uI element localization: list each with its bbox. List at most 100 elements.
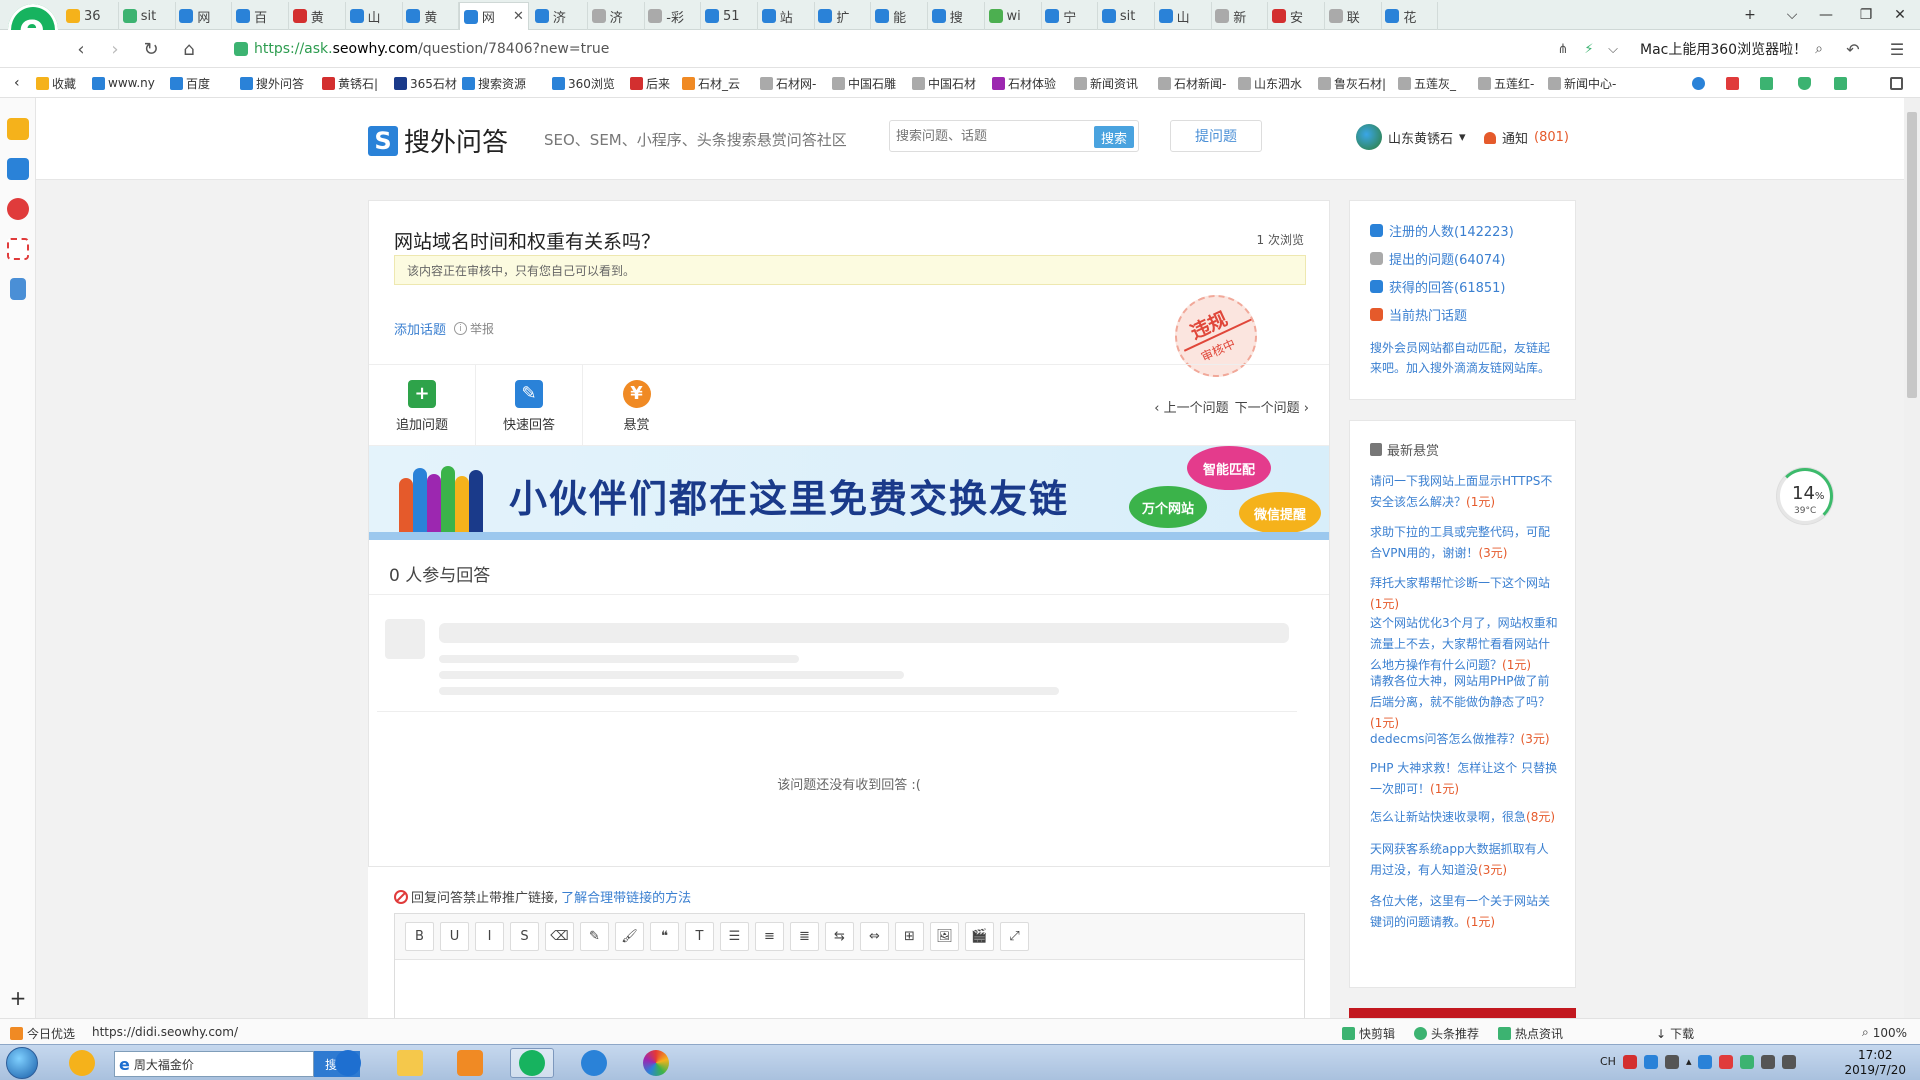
editor-tool-button[interactable]: ✎ xyxy=(580,922,609,951)
start-button[interactable] xyxy=(6,1047,38,1079)
bounty-item[interactable]: 怎么让新站快速收录啊，很急(8元) xyxy=(1370,807,1560,828)
editor-tool-button[interactable]: ≡ xyxy=(755,922,784,951)
prev-question-link[interactable]: ‹ 上一个问题 xyxy=(1154,397,1228,416)
bookmark-item[interactable]: 石材_云 xyxy=(682,74,740,92)
stat-item[interactable]: 提出的问题(64074) xyxy=(1370,249,1506,268)
friendlink-banner[interactable]: 小伙伴们都在这里免费交换友链 智能匹配 万个网站 微信提醒 xyxy=(369,446,1329,540)
stat-item[interactable]: 注册的人数(142223) xyxy=(1370,221,1514,240)
site-logo[interactable]: S 搜外问答 xyxy=(368,122,508,159)
editor-tool-button[interactable]: ⇔ xyxy=(860,922,889,951)
bookmark-item[interactable]: 石材网- xyxy=(760,74,816,92)
tab[interactable]: 网 xyxy=(175,2,233,30)
bookmark-item[interactable]: 黄锈石| xyxy=(322,74,378,92)
status-item-news[interactable]: 热点资讯 xyxy=(1498,1025,1563,1042)
tab[interactable]: 搜 xyxy=(928,2,985,30)
bounty-item[interactable]: dedecms问答怎么做推荐？(3元) xyxy=(1370,729,1560,750)
bounty-item[interactable]: 拜托大家帮帮忙诊断一下这个网站 (1元) xyxy=(1370,573,1560,615)
tab[interactable]: -彩 xyxy=(644,2,702,30)
status-item-toutiao[interactable]: 头条推荐 xyxy=(1414,1025,1479,1042)
tab[interactable]: 联 xyxy=(1325,2,1382,30)
editor-tool-button[interactable]: 🎬 xyxy=(965,922,994,951)
tab[interactable]: 站 xyxy=(758,2,815,30)
editor-tool-button[interactable]: ⇆ xyxy=(825,922,854,951)
editor-tool-button[interactable]: ⌫ xyxy=(545,922,574,951)
tab[interactable]: sit xyxy=(1098,2,1155,30)
bookmark-item[interactable]: 中国石材 xyxy=(912,74,976,92)
speed-mode-icon[interactable]: ⚡ xyxy=(1576,36,1602,62)
tab[interactable]: 扩 xyxy=(814,2,872,30)
shield-extension-icon[interactable] xyxy=(1798,74,1811,92)
zoom-level[interactable]: ⌕ 100% xyxy=(1862,1025,1907,1040)
search-input[interactable] xyxy=(896,128,1086,144)
editor-tool-button[interactable]: 🖼 xyxy=(930,922,959,951)
editor-tool-button[interactable]: ⊞ xyxy=(895,922,924,951)
stat-item[interactable]: 当前热门话题 xyxy=(1370,305,1467,324)
notifications-link[interactable]: 通知 (801) xyxy=(1484,128,1569,147)
minimize-button[interactable]: — xyxy=(1806,2,1846,28)
tab[interactable]: 百 xyxy=(232,2,290,30)
tray-arrow-icon[interactable]: ▴ xyxy=(1686,1055,1692,1069)
folder-taskbar-icon[interactable] xyxy=(388,1048,432,1078)
ask-question-button[interactable]: 提问题 xyxy=(1170,120,1262,152)
bookmark-item[interactable]: 搜索资源 xyxy=(462,74,526,92)
editor-tool-button[interactable]: ❝ xyxy=(650,922,679,951)
tab[interactable]: 新 xyxy=(1211,2,1269,30)
close-tab-icon[interactable]: ✕ xyxy=(513,9,524,24)
help-icon[interactable] xyxy=(1643,1055,1658,1069)
page-scrollbar[interactable] xyxy=(1904,98,1920,1018)
bookmark-item[interactable]: 百度 xyxy=(170,74,210,92)
tab[interactable]: sit xyxy=(119,2,176,30)
bookmark-item[interactable]: 鲁灰石材| xyxy=(1318,74,1386,92)
taskbar-app-icon[interactable] xyxy=(60,1048,104,1078)
volume-icon[interactable] xyxy=(1782,1055,1797,1069)
editor-tool-button[interactable]: I xyxy=(475,922,504,951)
answer-editor[interactable]: B U I S ⌫ ✎ 🖌 ❝ T ☰ ≡ ≣ ⇆ ⇔ ⊞ 🖼 🎬 ⤢ xyxy=(394,913,1305,1018)
tab[interactable]: 山 xyxy=(1155,2,1212,30)
apps-grid-icon[interactable] xyxy=(1890,74,1903,92)
lang-indicator[interactable]: CH xyxy=(1600,1055,1616,1069)
ie-taskbar-icon[interactable] xyxy=(326,1048,370,1078)
tab[interactable]: 36 xyxy=(62,2,119,30)
reading-list-icon[interactable] xyxy=(7,158,29,180)
media-player-taskbar-icon[interactable] xyxy=(448,1048,492,1078)
bookmark-item[interactable]: 新闻中心- xyxy=(1548,74,1616,92)
bookmark-item[interactable]: 石材新闻- xyxy=(1158,74,1226,92)
editor-tool-button[interactable]: ☰ xyxy=(720,922,749,951)
360-browser-taskbar-icon[interactable] xyxy=(510,1048,554,1078)
favorites-star-icon[interactable] xyxy=(7,118,29,140)
user-menu[interactable]: 山东黄锈石 ▾ xyxy=(1356,124,1466,150)
tab[interactable]: 安 xyxy=(1268,2,1325,30)
document-icon[interactable] xyxy=(10,278,26,300)
add-topic-link[interactable]: 添加话题 xyxy=(394,319,446,338)
bounty-item[interactable]: 求助下拉的工具或完整代码，可配合VPN用的，谢谢！(3元) xyxy=(1370,522,1560,564)
editor-tool-button[interactable]: 🖌 xyxy=(615,922,644,951)
bookmark-item[interactable]: 360浏览 xyxy=(552,74,615,92)
sogou-icon[interactable] xyxy=(1622,1055,1637,1069)
editor-tool-button[interactable]: S xyxy=(510,922,539,951)
reply-help-link[interactable]: 了解合理带链接的方法 xyxy=(561,887,691,906)
display-icon[interactable] xyxy=(1761,1055,1776,1069)
photos-taskbar-icon[interactable] xyxy=(634,1048,678,1078)
scroll-thumb[interactable] xyxy=(1907,112,1917,398)
undo-icon[interactable]: ↶ xyxy=(1840,36,1866,62)
search-button[interactable]: 搜索 xyxy=(1094,126,1134,148)
tab[interactable]: 山 xyxy=(346,2,403,30)
bounty-item[interactable]: 天网获客系统app大数据抓取有人用过没，有人知道没(3元) xyxy=(1370,839,1560,881)
tab[interactable]: 济 xyxy=(531,2,588,30)
bookmark-item[interactable]: 山东泗水 xyxy=(1238,74,1302,92)
next-question-link[interactable]: 下一个问题 › xyxy=(1235,397,1309,416)
bounty-item[interactable]: 请问一下我网站上面显示HTTPS不安全该怎么解决？(1元) xyxy=(1370,471,1560,513)
bookmark-item[interactable]: 五莲灰_ xyxy=(1398,74,1456,92)
bounty-button[interactable]: ¥ 悬赏 xyxy=(583,365,690,447)
editor-tool-button[interactable]: B xyxy=(405,922,434,951)
daily-pick-link[interactable]: 今日优选 xyxy=(10,1025,75,1042)
share-icon[interactable]: ⋔ xyxy=(1550,36,1576,62)
pen-icon[interactable] xyxy=(1664,1055,1679,1069)
bounty-item[interactable]: 请教各位大神，网站用PHP做了前后端分离，就不能做伪静态了吗？ (1元) xyxy=(1370,671,1560,734)
tab[interactable]: 能 xyxy=(871,2,929,30)
bookmark-item[interactable]: 新闻资讯 xyxy=(1074,74,1138,92)
k-app-taskbar-icon[interactable] xyxy=(572,1048,616,1078)
editor-tool-button[interactable]: U xyxy=(440,922,469,951)
status-item-download[interactable]: ↓ 下载 xyxy=(1656,1025,1694,1042)
sidebar-toggle-icon[interactable]: ‹ xyxy=(14,74,20,92)
